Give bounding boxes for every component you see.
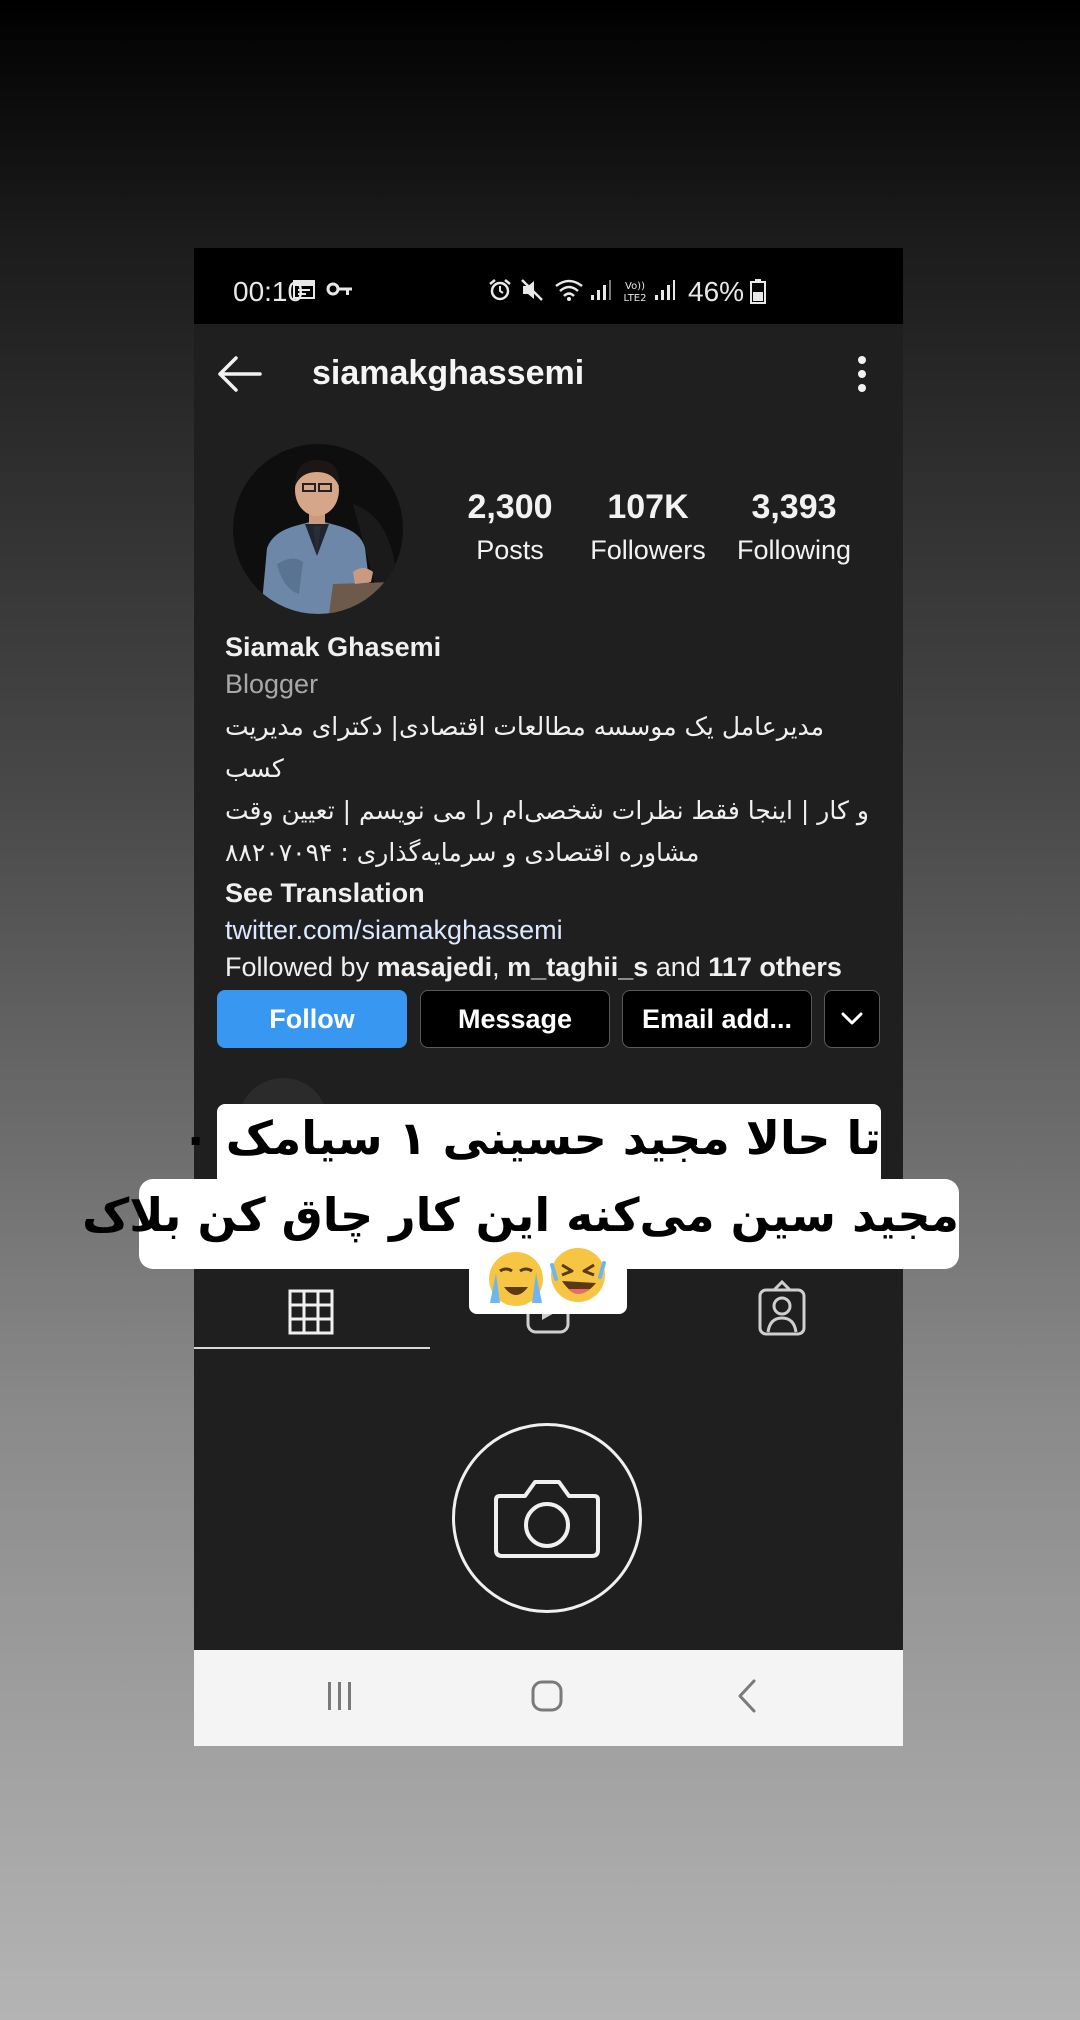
- signal-icon: [655, 280, 675, 300]
- no-posts-indicator: [452, 1423, 642, 1613]
- posts-count: 2,300: [467, 488, 553, 526]
- followed-by-prefix: Followed by: [225, 952, 377, 982]
- profile-full-name: Siamak Ghasemi: [225, 632, 442, 662]
- followers-label: Followers: [590, 535, 706, 565]
- battery-icon: [750, 279, 766, 304]
- suggested-dropdown-button[interactable]: [824, 990, 880, 1048]
- system-nav-bar: [194, 1650, 903, 1746]
- phone-screen: 00:10 Vo)) LTE2 46% siamakghassemi 2,300…: [194, 248, 903, 1746]
- status-bar: 00:10 Vo)) LTE2 46%: [194, 248, 903, 324]
- wifi-icon: [555, 279, 583, 301]
- following-count: 3,393: [751, 488, 837, 526]
- caption-line-1: تا حالا مجید حسینی ۱ سیامک ۰: [181, 1111, 881, 1165]
- volte-lte2-icon: Vo))LTE2: [624, 281, 647, 304]
- mute-icon: [521, 279, 543, 301]
- nav-back-icon[interactable]: [734, 1678, 762, 1714]
- grid-tab-icon[interactable]: [194, 1268, 430, 1358]
- alarm-icon: [489, 279, 511, 301]
- caption-emojis: [489, 1248, 606, 1306]
- laughing-emoji: [550, 1248, 606, 1302]
- followed-by-text[interactable]: Followed by masajedi, m_taghii_s and 117…: [225, 952, 885, 983]
- profile-bio: Siamak Ghasemi Blogger مدیرعامل یک موسسه…: [225, 632, 885, 983]
- profile-username: siamakghassemi: [312, 354, 585, 392]
- email-button[interactable]: Email add...: [622, 990, 812, 1048]
- followers-count: 107K: [607, 488, 689, 526]
- home-icon[interactable]: [529, 1678, 565, 1714]
- tagged-tab-icon[interactable]: [666, 1268, 902, 1358]
- follow-button[interactable]: Follow: [217, 990, 407, 1048]
- caption-line-2: مجید سین می‌کنه این کار چاق کن بلاک: [82, 1188, 959, 1242]
- posts-label: Posts: [476, 535, 544, 565]
- avatar-photo: [233, 444, 403, 614]
- calendar-icon: [293, 280, 315, 299]
- chevron-down-icon: [841, 1012, 863, 1025]
- profile-category: Blogger: [225, 669, 319, 699]
- profile-website-link[interactable]: twitter.com/siamakghassemi: [225, 915, 885, 946]
- more-options-icon[interactable]: [852, 352, 872, 396]
- back-arrow-icon[interactable]: [214, 350, 264, 398]
- bio-line-1: مدیرعامل یک موسسه مطالعات اقتصادی| دکترا…: [225, 712, 824, 783]
- camera-icon: [494, 1480, 600, 1558]
- followed-by-user-2[interactable]: m_taghii_s: [507, 952, 648, 982]
- followed-by-user-1[interactable]: masajedi: [377, 952, 493, 982]
- recent-apps-icon[interactable]: [324, 1678, 356, 1714]
- following-label: Following: [736, 535, 852, 565]
- battery-percent: 46%: [688, 276, 745, 307]
- followed-by-others[interactable]: 117 others: [708, 952, 842, 982]
- signal-icon: [591, 280, 611, 300]
- see-translation-link[interactable]: See Translation: [225, 878, 885, 909]
- followed-by-and: and: [648, 952, 709, 982]
- following-stat[interactable]: 3,393 Following: [724, 488, 864, 566]
- key-icon: [326, 282, 352, 296]
- followed-by-separator: ,: [492, 952, 508, 982]
- posts-stat[interactable]: 2,300 Posts: [440, 488, 580, 566]
- bio-line-3: مشاوره اقتصادی و سرمایه‌گذاری : ۸۸۲۰۷۰۹۴: [225, 838, 700, 867]
- bio-line-2: و کار | اینجا فقط نظرات شخصی‌ام را می نو…: [225, 796, 869, 825]
- app-bar: siamakghassemi: [194, 324, 903, 424]
- active-tab-indicator: [194, 1347, 430, 1349]
- profile-avatar[interactable]: [233, 444, 403, 614]
- followers-stat[interactable]: 107K Followers: [578, 488, 718, 566]
- crying-emoji: [489, 1252, 543, 1306]
- svg-text:LTE2: LTE2: [624, 293, 647, 304]
- message-button[interactable]: Message: [420, 990, 610, 1048]
- svg-text:Vo)): Vo)): [625, 281, 645, 292]
